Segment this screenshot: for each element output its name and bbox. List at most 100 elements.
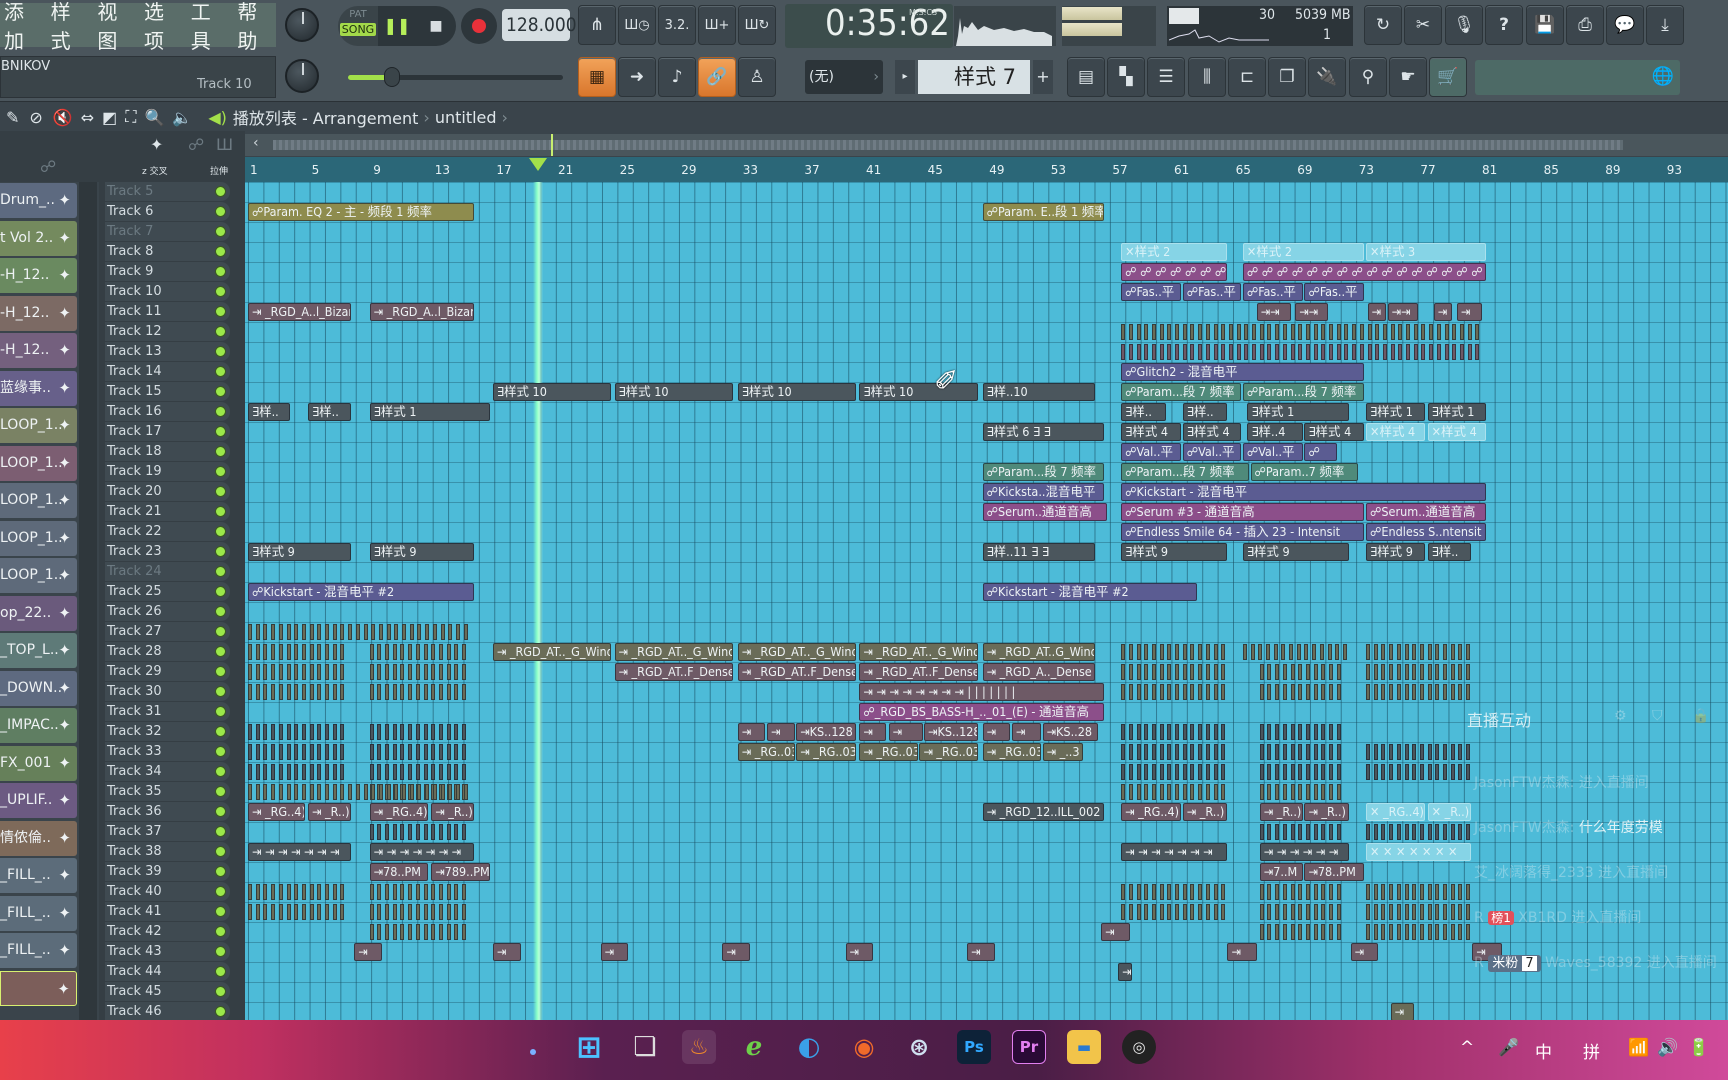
clip-slice[interactable] — [286, 624, 291, 640]
clip-slice[interactable] — [1313, 764, 1318, 780]
clip-slice[interactable] — [1290, 904, 1295, 920]
clip-slice[interactable] — [309, 904, 314, 920]
track-header[interactable]: Track 36 — [105, 802, 230, 821]
clip-slice[interactable] — [286, 904, 291, 920]
clip-slice[interactable] — [1259, 904, 1264, 920]
clip-slice[interactable] — [446, 664, 451, 680]
browser-icon[interactable]: ⊏ — [1228, 57, 1266, 97]
clip-slice[interactable] — [409, 624, 414, 640]
cut-icon[interactable]: ✂ — [1404, 5, 1442, 45]
playlist-clip[interactable]: ☍Fas..平 — [1304, 283, 1365, 301]
clip-slice[interactable] — [1329, 664, 1334, 680]
clip-slice[interactable] — [1435, 644, 1440, 660]
clip-slice[interactable] — [1205, 764, 1210, 780]
clip-slice[interactable] — [385, 904, 390, 920]
playlist-clip[interactable]: ⇥ _RG..4) — [248, 803, 305, 821]
clip-slice[interactable] — [1419, 924, 1424, 940]
clip-slice[interactable] — [1151, 784, 1156, 800]
clip-slice[interactable] — [255, 884, 260, 900]
clip-slice[interactable] — [454, 744, 459, 760]
wifi-icon[interactable]: 📶 — [1628, 1038, 1649, 1058]
clip-slice[interactable] — [1458, 764, 1463, 780]
clip-slice[interactable] — [1458, 684, 1463, 700]
clip-slice[interactable] — [248, 904, 252, 920]
clip-slice[interactable] — [415, 644, 420, 660]
clip-slice[interactable] — [317, 904, 322, 920]
playlist-clip[interactable]: ⇥⇥ — [1256, 303, 1291, 321]
clip-slice[interactable] — [325, 784, 329, 800]
track-header[interactable]: Track 12 — [105, 322, 230, 341]
clip-slice[interactable] — [1443, 764, 1448, 780]
clip-source-item[interactable]: _DOWN.. ✦ — [0, 670, 77, 706]
windows-start-icon[interactable]: ⊞ — [572, 1030, 606, 1065]
clip-slice[interactable] — [1290, 784, 1295, 800]
clip-slice[interactable] — [1190, 764, 1195, 780]
clip-slice[interactable] — [278, 644, 283, 660]
playlist-clip[interactable]: ⇥78..PM — [369, 863, 429, 881]
clip-slice[interactable] — [1205, 724, 1210, 740]
clip-slice[interactable] — [317, 764, 322, 780]
clip-slice[interactable] — [1305, 764, 1310, 780]
clip-slice[interactable] — [431, 644, 436, 660]
playlist-clip[interactable]: ⇥ _R..) — [1182, 803, 1228, 821]
clip-slice[interactable] — [1305, 784, 1310, 800]
clip-slice[interactable] — [454, 764, 459, 780]
clip-slice[interactable] — [385, 924, 390, 940]
link-icon[interactable]: 🔗 — [698, 57, 736, 97]
track-mute-led[interactable] — [215, 746, 226, 757]
clip-slice[interactable] — [332, 884, 337, 900]
clip-slice[interactable] — [1190, 344, 1195, 360]
clip-slice[interactable] — [423, 744, 428, 760]
track-header[interactable]: Track 42 — [105, 922, 230, 941]
clip-slice[interactable] — [286, 684, 291, 700]
playlist-clip[interactable]: ⇥ — [722, 943, 751, 961]
clip-slice[interactable] — [1167, 344, 1172, 360]
playlist-clip[interactable]: ✕样式 2 — [1121, 243, 1228, 261]
track-header[interactable]: Track 46 — [105, 1002, 230, 1021]
track-header[interactable]: Track 5 — [105, 182, 230, 201]
clip-slice[interactable] — [1450, 744, 1455, 760]
clip-slice[interactable] — [1396, 644, 1401, 660]
track-mute-led[interactable] — [215, 726, 226, 737]
clip-slice[interactable] — [1190, 784, 1195, 800]
clip-slice[interactable] — [1267, 764, 1272, 780]
track-mute-led[interactable] — [215, 266, 226, 277]
playlist-clip[interactable]: ⇥ — [1350, 943, 1379, 961]
playlist-clip[interactable]: ∃样.. — [1182, 403, 1228, 421]
clip-slice[interactable] — [255, 764, 260, 780]
clip-slice[interactable] — [1136, 884, 1141, 900]
clip-slice[interactable] — [1159, 764, 1164, 780]
clip-slice[interactable] — [1419, 824, 1424, 840]
clip-slice[interactable] — [1458, 664, 1463, 680]
undo-icon[interactable]: ↻ — [1364, 5, 1402, 45]
clip-slice[interactable] — [263, 904, 268, 920]
track-header[interactable]: Track 33 — [105, 742, 230, 761]
clip-slice[interactable] — [1136, 764, 1141, 780]
clip-slice[interactable] — [446, 764, 451, 780]
clip-slice[interactable] — [425, 624, 430, 640]
clip-slice[interactable] — [317, 624, 322, 640]
pitch-slider[interactable] — [348, 67, 563, 87]
clip-slice[interactable] — [1429, 344, 1434, 360]
photoshop-icon[interactable]: Ps — [957, 1030, 991, 1064]
clip-slice[interactable] — [1267, 344, 1272, 360]
clip-slice[interactable] — [1198, 324, 1203, 340]
clip-slice[interactable] — [1427, 684, 1432, 700]
clip-slice[interactable] — [309, 884, 314, 900]
playlist-clip[interactable]: ⇥ _RGD_AT.._G_Wind — [737, 643, 857, 661]
clip-slice[interactable] — [325, 724, 329, 740]
clip-slice[interactable] — [1144, 664, 1149, 680]
clip-slice[interactable] — [431, 904, 436, 920]
clip-slice[interactable] — [332, 684, 337, 700]
clip-slice[interactable] — [1205, 884, 1210, 900]
track-header[interactable]: Track 43 — [105, 942, 230, 961]
zoom-tool-icon[interactable]: 🔍 — [144, 108, 164, 127]
clip-slice[interactable] — [301, 784, 306, 800]
clip-slice[interactable] — [1151, 644, 1156, 660]
clip-slice[interactable] — [355, 624, 360, 640]
clip-slice[interactable] — [369, 724, 374, 740]
playlist-clip[interactable]: ⇥ _RGD_12..ILL_002 — [982, 803, 1105, 821]
clip-slice[interactable] — [1389, 684, 1394, 700]
clip-slice[interactable] — [1321, 744, 1326, 760]
clip-slice[interactable] — [1305, 324, 1310, 340]
